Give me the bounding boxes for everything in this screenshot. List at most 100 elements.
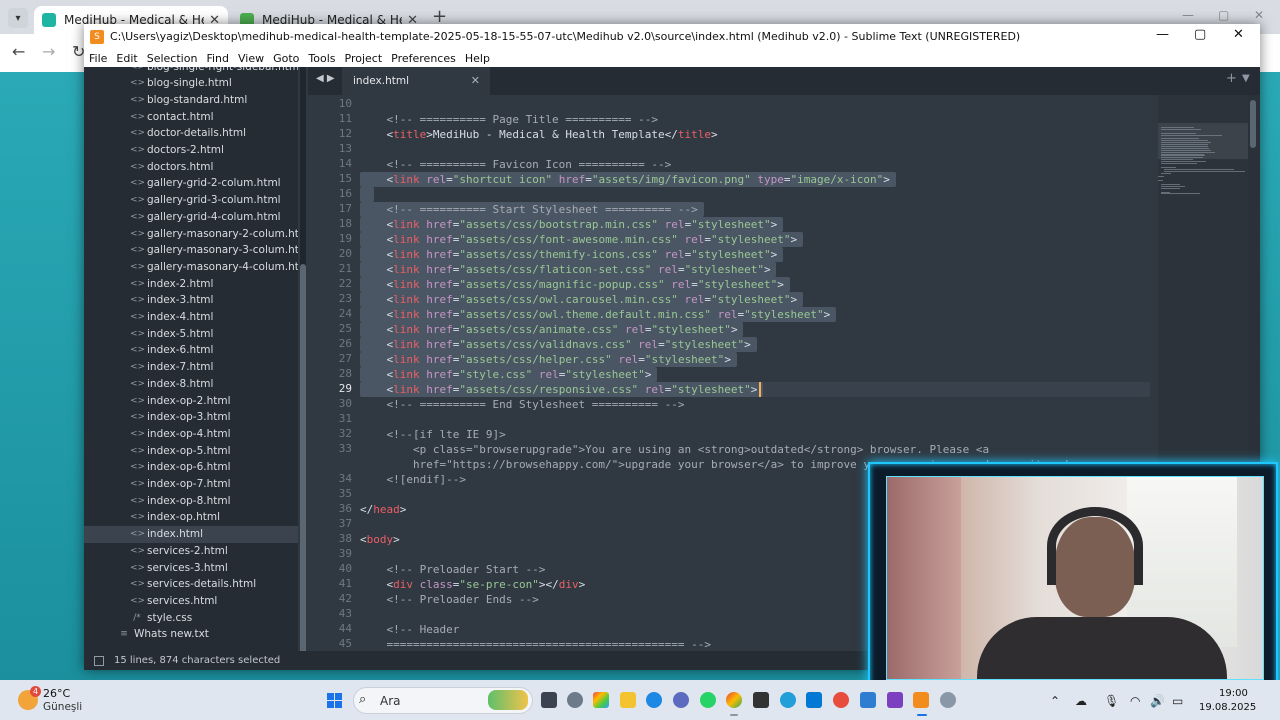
tab-nav-arrows[interactable]: ◀ ▶: [316, 73, 335, 84]
battery-icon[interactable]: ▭: [1172, 694, 1183, 708]
code-line[interactable]: <!-- Preloader Start -->: [360, 562, 545, 577]
sidebar-file-item[interactable]: <> blog-standard.html: [84, 91, 298, 108]
sidebar-file-item[interactable]: <> index-7.html: [84, 359, 298, 376]
tab-search-button[interactable]: ▾: [8, 8, 28, 28]
code-line[interactable]: <link href = "assets/css/flaticon-set.css"…: [360, 262, 770, 277]
sidebar-file-item[interactable]: <> contact.html: [84, 108, 298, 125]
sidebar-file-item[interactable]: <> doctors-2.html: [84, 142, 298, 159]
code-line[interactable]: <link href="assets/css/owl.theme.default…: [360, 307, 830, 322]
forward-arrow-icon[interactable]: →: [42, 42, 55, 61]
visual-studio-icon[interactable]: [887, 692, 903, 708]
edge-icon[interactable]: [646, 692, 662, 708]
sidebar-file-item[interactable]: <> index-8.html: [84, 375, 298, 392]
menu-view[interactable]: View: [238, 52, 264, 65]
code-line[interactable]: ========================================…: [360, 637, 711, 651]
app-icon[interactable]: [673, 692, 689, 708]
weather-temperature[interactable]: 26°C: [43, 687, 70, 700]
sidebar-file-item[interactable]: <> gallery-grid-4-colum.html: [84, 208, 298, 225]
start-windows-icon[interactable]: [327, 693, 342, 708]
editor-tab-index[interactable]: index.html ✕: [342, 67, 490, 95]
menu-selection[interactable]: Selection: [147, 52, 198, 65]
menu-find[interactable]: Find: [206, 52, 229, 65]
editor-scroll-thumb[interactable]: [1250, 100, 1256, 148]
sidebar-file-item[interactable]: <> services-3.html: [84, 559, 298, 576]
sidebar-file-item[interactable]: <> gallery-masonary-2-colum.html: [84, 225, 298, 242]
sidebar-file-item[interactable]: <> index-3.html: [84, 292, 298, 309]
sidebar-file-item[interactable]: <> gallery-grid-2-colum.html: [84, 175, 298, 192]
minimize-icon[interactable]: —: [1156, 27, 1169, 42]
sidebar-file-item[interactable]: <> services-details.html: [84, 576, 298, 593]
code-line[interactable]: <link href="assets/css/helper.css" rel="…: [360, 352, 730, 367]
sidebar-file-item[interactable]: <> index-op-6.html: [84, 459, 298, 476]
code-line[interactable]: <link href="assets/css/bootstrap.min.css…: [360, 217, 777, 232]
sidebar-file-item[interactable]: <> index-op-4.html: [84, 425, 298, 442]
onedrive-icon[interactable]: ☁: [1075, 694, 1087, 708]
sublime-taskbar-icon[interactable]: [913, 692, 929, 708]
sidebar-file-item[interactable]: <> doctor-details.html: [84, 125, 298, 142]
code-line[interactable]: <![endif]-->: [360, 472, 465, 487]
sidebar-file-item[interactable]: <> index-op-3.html: [84, 409, 298, 426]
code-line[interactable]: <link href="assets/css/animate.css" rel=…: [360, 322, 737, 337]
clock-date[interactable]: 19.08.2025: [1199, 702, 1256, 713]
close-window-icon[interactable]: ✕: [1233, 27, 1244, 42]
browser-maximize-icon[interactable]: ▢: [1218, 8, 1229, 22]
menu-preferences[interactable]: Preferences: [391, 52, 456, 65]
new-tab-icon[interactable]: +: [1226, 71, 1237, 86]
code-line[interactable]: <!-- ========== Favicon Icon ========== …: [360, 157, 671, 172]
code-line[interactable]: <link href="assets/css/owl.carousel.min.…: [360, 292, 797, 307]
back-arrow-icon[interactable]: ←: [12, 42, 25, 61]
browser-close-icon[interactable]: ✕: [1254, 8, 1264, 22]
code-line[interactable]: <link href="style.css" rel="stylesheet">: [360, 367, 651, 382]
tab-dropdown-icon[interactable]: ▼: [1242, 73, 1250, 84]
sidebar-file-item[interactable]: <> index-op-7.html: [84, 476, 298, 493]
file-explorer-icon[interactable]: [620, 692, 636, 708]
code-line[interactable]: <!-- ========== Page Title ========== --…: [360, 112, 658, 127]
whatsapp-icon[interactable]: [700, 692, 716, 708]
sidebar-file-item[interactable]: <> index-op-8.html: [84, 492, 298, 509]
code-line[interactable]: <!--[if lte IE 9]>: [360, 427, 505, 442]
clock-time[interactable]: 19:00: [1219, 688, 1248, 699]
menu-tools[interactable]: Tools: [308, 52, 335, 65]
code-line[interactable]: </head>: [360, 502, 406, 517]
sidebar-file-item[interactable]: <> index-6.html: [84, 342, 298, 359]
browser-minimize-icon[interactable]: —: [1182, 8, 1194, 22]
code-line[interactable]: <link href="assets/css/responsive.css" r…: [360, 382, 757, 397]
sidebar-file-item[interactable]: <> index.html: [84, 525, 298, 543]
menu-edit[interactable]: Edit: [116, 52, 137, 65]
menu-project[interactable]: Project: [345, 52, 383, 65]
code-line[interactable]: <!-- ========== End Stylesheet =========…: [360, 397, 684, 412]
code-line[interactable]: <div class="se-pre-con"></div>: [360, 577, 585, 592]
menu-help[interactable]: Help: [465, 52, 490, 65]
code-line[interactable]: <link href="assets/css/themify-icons.css…: [360, 247, 777, 262]
app-icon[interactable]: [940, 692, 956, 708]
code-line[interactable]: <!-- Header: [360, 622, 459, 637]
sidebar-file-item[interactable]: <> index-op-5.html: [84, 442, 298, 459]
close-tab-icon[interactable]: ✕: [471, 74, 480, 87]
sidebar-file-item[interactable]: <> index-5.html: [84, 325, 298, 342]
sidebar-file-item[interactable]: <> index-op.html: [84, 509, 298, 526]
sidebar-file-item[interactable]: <> gallery-masonary-4-colum.html: [84, 258, 298, 275]
copilot-icon[interactable]: [567, 692, 583, 708]
code-line[interactable]: <p class="browserupgrade">You are using …: [360, 442, 989, 457]
sidebar-file-item[interactable]: <> index-op-2.html: [84, 392, 298, 409]
code-line[interactable]: <!-- ========== Start Stylesheet =======…: [360, 202, 697, 217]
sidebar-scroll-thumb[interactable]: [300, 264, 306, 669]
store-icon[interactable]: [593, 692, 609, 708]
sidebar-file-item[interactable]: <> blog-single.html: [84, 75, 298, 92]
menu-file[interactable]: File: [89, 52, 107, 65]
tray-overflow-icon[interactable]: ⌃: [1050, 694, 1060, 708]
code-line[interactable]: <link href = "assets/css/magnific-popup.cs…: [360, 277, 783, 292]
telegram-icon[interactable]: [780, 692, 796, 708]
sidebar-file-item[interactable]: <> doctors.html: [84, 158, 298, 175]
sidebar-file-item[interactable]: <> index-2.html: [84, 275, 298, 292]
sidebar-file-item[interactable]: <> services-2.html: [84, 542, 298, 559]
sidebar-file-item[interactable]: <> services.html: [84, 592, 298, 609]
sidebar-file-item[interactable]: /* style.css: [84, 609, 298, 626]
panel-toggle-icon[interactable]: [94, 655, 104, 666]
wifi-icon[interactable]: ◠: [1130, 694, 1140, 708]
maximize-icon[interactable]: ▢: [1194, 27, 1206, 42]
sidebar-file-item[interactable]: ≡ Whats new.txt: [84, 626, 298, 643]
sidebar-file-item[interactable]: <> index-4.html: [84, 309, 298, 326]
code-line[interactable]: <!-- Preloader Ends -->: [360, 592, 538, 607]
sidebar-file-item[interactable]: <> gallery-masonary-3-colum.html: [84, 242, 298, 259]
